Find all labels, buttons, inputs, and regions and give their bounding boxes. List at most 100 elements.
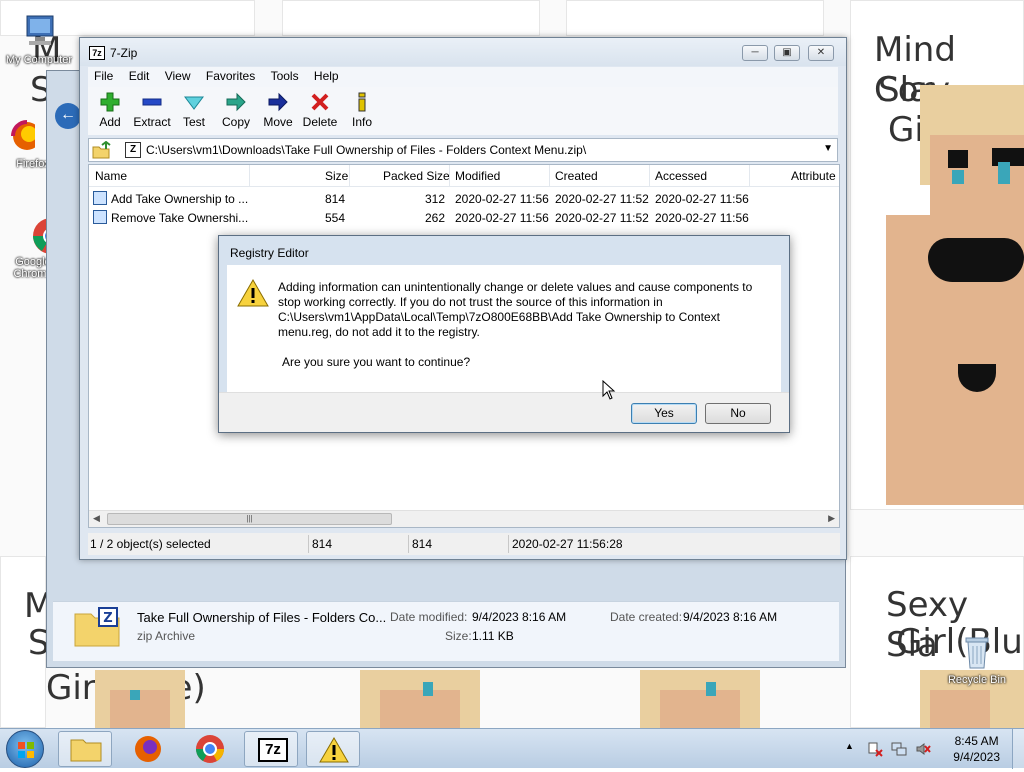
chrome-icon bbox=[196, 735, 224, 763]
minimize-icon: ─ bbox=[751, 47, 759, 58]
details-modified-value: 9/4/2023 8:16 AM bbox=[472, 610, 567, 624]
window-title: 7-Zip bbox=[110, 46, 138, 60]
desktop-icon-my-computer[interactable]: My Computer bbox=[2, 12, 76, 66]
minimize-button[interactable]: ─ bbox=[742, 45, 768, 61]
mouse-cursor-icon bbox=[602, 379, 616, 403]
scroll-right-icon[interactable]: ▶ bbox=[828, 513, 835, 524]
delete-button[interactable]: Delete bbox=[298, 89, 342, 129]
maximize-button[interactable]: ▣ bbox=[774, 45, 800, 61]
column-packed-size[interactable]: Packed Size bbox=[383, 169, 450, 183]
close-button[interactable]: ✕ bbox=[808, 45, 834, 61]
yes-button[interactable]: Yes bbox=[631, 403, 697, 424]
recycle-bin-icon bbox=[957, 632, 997, 672]
copy-arrow-icon bbox=[226, 92, 246, 112]
taskbar-explorer[interactable] bbox=[58, 731, 112, 767]
desktop-icon-label: Recycle Bin bbox=[947, 674, 1007, 686]
move-button[interactable]: Move bbox=[256, 89, 300, 129]
action-center-icon[interactable] bbox=[867, 741, 883, 757]
dialog-title: Registry Editor bbox=[230, 246, 309, 260]
menu-tools[interactable]: Tools bbox=[265, 67, 305, 85]
menu-favorites[interactable]: Favorites bbox=[200, 67, 261, 85]
up-folder-button[interactable] bbox=[91, 140, 111, 159]
firefox-icon bbox=[0, 116, 41, 156]
details-created-value: 9/4/2023 8:16 AM bbox=[683, 610, 778, 624]
computer-icon bbox=[19, 12, 59, 52]
copy-button[interactable]: Copy bbox=[214, 89, 258, 129]
extract-button[interactable]: Extract bbox=[130, 89, 174, 129]
file-accessed: 2020-02-27 11:56 bbox=[655, 192, 749, 206]
minus-icon bbox=[142, 98, 162, 106]
file-name: Remove Take Ownershi... bbox=[111, 211, 249, 225]
column-attribute[interactable]: Attribute bbox=[791, 169, 836, 183]
back-button[interactable]: ← bbox=[55, 103, 81, 129]
registry-editor-dialog: Registry Editor Adding information can u… bbox=[218, 235, 790, 433]
details-size-value: 1.11 KB bbox=[472, 629, 514, 643]
file-created: 2020-02-27 11:52 bbox=[555, 192, 649, 206]
chevron-down-icon[interactable]: ▼ bbox=[823, 143, 833, 154]
file-row[interactable]: Add Take Ownership to ... 814 312 2020-0… bbox=[89, 189, 839, 208]
details-file-name: Take Full Ownership of Files - Folders C… bbox=[137, 610, 387, 625]
file-row[interactable]: Remove Take Ownershi... 554 262 2020-02-… bbox=[89, 208, 839, 227]
network-icon[interactable] bbox=[891, 741, 907, 756]
wallpaper-tile bbox=[282, 0, 540, 36]
scrollbar-thumb[interactable]: ||| bbox=[107, 513, 392, 525]
add-button[interactable]: Add bbox=[88, 89, 132, 129]
address-bar[interactable]: Z C:\Users\vm1\Downloads\Take Full Owner… bbox=[88, 138, 838, 162]
status-size: 814 bbox=[312, 537, 333, 551]
zip-folder-icon: Z bbox=[73, 606, 121, 648]
no-button[interactable]: No bbox=[705, 403, 771, 424]
test-button[interactable]: Test bbox=[172, 89, 216, 129]
test-label: Test bbox=[182, 115, 205, 129]
svg-text:Z: Z bbox=[103, 611, 112, 626]
file-packed-size: 262 bbox=[425, 211, 446, 225]
file-name: Add Take Ownership to ... bbox=[111, 192, 249, 206]
add-label: Add bbox=[99, 115, 121, 129]
desktop-icon-label: My Computer bbox=[5, 54, 73, 66]
taskbar-7zip[interactable]: 7z bbox=[244, 731, 298, 767]
details-size-label: Size: bbox=[445, 629, 472, 643]
system-clock[interactable]: 8:45 AM 9/4/2023 bbox=[953, 733, 1000, 765]
column-name[interactable]: Name bbox=[95, 169, 127, 183]
menu-help[interactable]: Help bbox=[308, 67, 345, 85]
chrome-icon bbox=[11, 214, 69, 254]
file-size: 814 bbox=[325, 192, 346, 206]
plus-icon bbox=[100, 92, 120, 112]
desktop-icon-firefox[interactable]: Firefox bbox=[0, 116, 52, 170]
info-button[interactable]: Info bbox=[340, 89, 384, 129]
column-accessed[interactable]: Accessed bbox=[655, 169, 707, 183]
column-created[interactable]: Created bbox=[555, 169, 598, 183]
arrow-left-icon: ← bbox=[60, 106, 76, 123]
clock-date: 9/4/2023 bbox=[953, 750, 1000, 764]
taskbar-chrome[interactable] bbox=[182, 731, 236, 767]
show-hidden-icons-icon[interactable]: ▲ bbox=[845, 741, 859, 755]
taskbar-firefox[interactable] bbox=[120, 731, 174, 767]
file-size: 554 bbox=[325, 211, 346, 225]
file-accessed: 2020-02-27 11:56 bbox=[655, 211, 749, 225]
show-desktop-button[interactable] bbox=[1012, 729, 1024, 769]
details-created-label: Date created: bbox=[610, 610, 683, 624]
menu-file[interactable]: File bbox=[88, 67, 119, 85]
horizontal-scrollbar[interactable]: ◀ ||| ▶ bbox=[89, 510, 839, 527]
info-icon bbox=[358, 92, 366, 112]
wallpaper-text: Gi bbox=[888, 110, 924, 150]
desktop-icon-recycle-bin[interactable]: Recycle Bin bbox=[940, 632, 1014, 686]
menu-bar: File Edit View Favorites Tools Help bbox=[88, 67, 838, 87]
titlebar[interactable]: 7z 7-Zip ─ ▣ ✕ bbox=[80, 38, 846, 66]
details-file-type: zip Archive bbox=[137, 629, 196, 643]
volume-muted-icon[interactable] bbox=[915, 741, 931, 755]
close-icon: ✕ bbox=[816, 47, 826, 58]
firefox-icon bbox=[135, 736, 161, 762]
info-label: Info bbox=[351, 115, 372, 129]
check-icon bbox=[184, 96, 204, 110]
scroll-left-icon[interactable]: ◀ bbox=[93, 513, 100, 524]
taskbar-registry-warning[interactable] bbox=[306, 731, 360, 767]
column-size[interactable]: Size bbox=[325, 169, 348, 183]
menu-edit[interactable]: Edit bbox=[123, 67, 156, 85]
7zip-icon: 7z bbox=[258, 738, 288, 762]
column-modified[interactable]: Modified bbox=[455, 169, 500, 183]
details-modified-label: Date modified: bbox=[390, 610, 468, 624]
start-button[interactable] bbox=[6, 730, 44, 768]
dialog-footer: Yes No bbox=[219, 392, 789, 432]
status-packed: 814 bbox=[412, 537, 433, 551]
menu-view[interactable]: View bbox=[159, 67, 197, 85]
